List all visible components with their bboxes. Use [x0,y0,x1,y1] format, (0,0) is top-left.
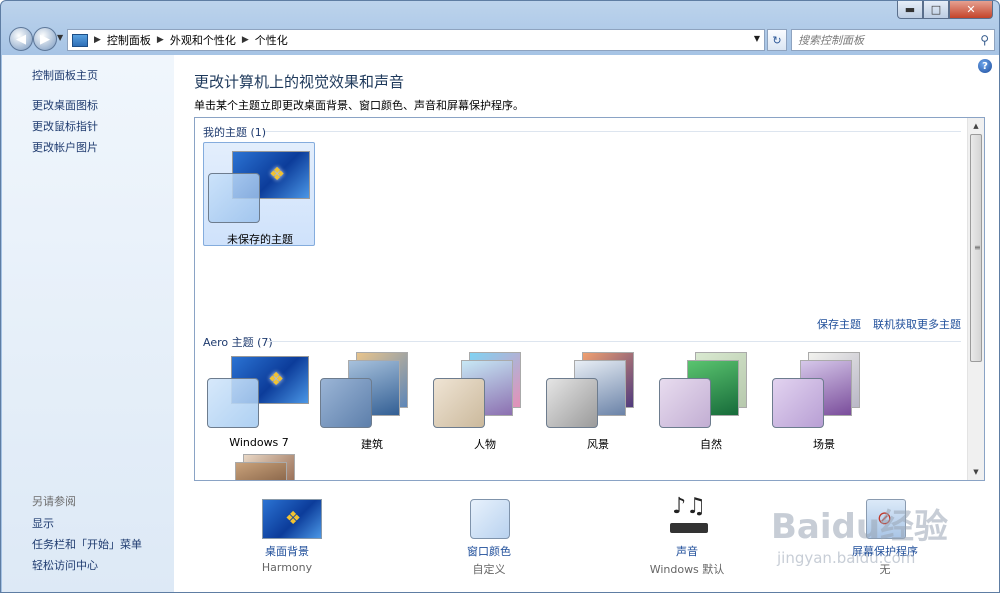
theme-name: Windows 7 [229,436,289,449]
forward-arrow-icon: ▶ [40,31,50,47]
theme-windows7[interactable]: ❖ Windows 7 [203,352,315,456]
scroll-thumb[interactable]: ≡ [970,134,982,362]
theme-list-scrollbar[interactable]: ▲ ≡ ▼ [967,118,984,480]
link-control-panel-home[interactable]: 控制面板主页 [32,67,98,83]
theme-nature[interactable]: 自然 [655,352,767,456]
theme-list[interactable]: 我的主题 (1) ❖ 未保存的主题 保存主题 联机获取更多主题 Aero 主题 … [194,117,985,481]
theme-name: 建筑 [361,438,383,451]
page-subtitle: 单击某个主题立即更改桌面背景、窗口颜色、声音和屏幕保护程序。 [194,99,524,112]
theme-landscapes[interactable]: 风景 [542,352,654,456]
forward-button[interactable]: ▶ [33,27,57,51]
desktop-background-icon: ❖ [262,499,322,539]
scroll-up-icon[interactable]: ▲ [968,118,984,134]
sounds-button[interactable]: ♪♫ 声音 Windows 默认 [622,496,752,587]
window-color-swatch [772,378,824,428]
windows-logo-icon: ❖ [268,369,285,390]
theme-name: 自然 [700,438,722,451]
theme-name: 人物 [474,438,496,451]
window-color-swatch [546,378,598,428]
link-change-account-picture[interactable]: 更改帐户图片 [32,139,98,155]
theme-name: 未保存的主题 [227,233,293,246]
link-display[interactable]: 显示 [32,515,54,531]
theme-partial[interactable] [203,454,315,481]
close-icon: ✕ [966,3,976,16]
window-frame: ▬ □ ✕ ◀ ▶ ▼ ▶ 控制面板 ▶ 外观和个性化 ▶ 个性化 ▼ ↻ 搜索… [0,0,1000,593]
search-placeholder: 搜索控制面板 [798,34,864,47]
breadcrumb-separator-icon[interactable]: ▶ [242,35,249,45]
desktop-background-label: 桌面背景 [265,545,309,558]
theme-scenes[interactable]: 场景 [768,352,880,456]
theme-characters[interactable]: 人物 [429,352,541,456]
desktop-background-value: Harmony [261,561,313,574]
theme-architecture[interactable]: 建筑 [316,352,428,456]
grip-icon: ≡ [974,243,981,252]
theme-name: 场景 [813,438,835,451]
navigation-bar: ◀ ▶ ▼ ▶ 控制面板 ▶ 外观和个性化 ▶ 个性化 ▼ ↻ 搜索控制面板 ⚲ [1,25,999,53]
window-color-swatch [320,378,372,428]
address-dropdown-icon[interactable]: ▼ [754,34,760,43]
window-color-swatch [659,378,711,428]
link-ease-of-access[interactable]: 轻松访问中心 [32,557,98,573]
windows-logo-icon: ❖ [285,508,302,529]
refresh-icon: ↻ [772,33,782,47]
window-color-swatch [207,378,259,428]
window-color-button[interactable]: 窗口颜色 自定义 [424,497,554,587]
window-color-value: 自定义 [472,563,506,576]
page-title: 更改计算机上的视觉效果和声音 [194,73,405,91]
theme-name: 风景 [587,438,609,451]
windows-logo-icon: ❖ [269,164,286,185]
link-taskbar-start-menu[interactable]: 任务栏和「开始」菜单 [32,536,142,552]
watermark-logo-text: Baidu经验 [771,507,949,547]
link-change-mouse-pointers[interactable]: 更改鼠标指针 [32,118,98,134]
help-icon[interactable]: ? [978,59,992,73]
theme-unsaved[interactable]: ❖ 未保存的主题 [203,142,315,246]
breadcrumb-separator-icon[interactable]: ▶ [157,35,164,45]
get-more-themes-link[interactable]: 联机获取更多主题 [873,316,961,332]
aero-themes-header: Aero 主题 (7) [203,336,273,349]
maximize-icon: □ [930,3,942,16]
watermark-url: jingyan.baidu.com [777,549,916,567]
maximize-button[interactable]: □ [923,1,949,19]
sounds-label: 声音 [676,545,698,558]
divider [267,341,961,342]
breadcrumb-control-panel[interactable]: 控制面板 [107,32,151,48]
breadcrumb-separator-icon[interactable]: ▶ [94,35,101,45]
refresh-button[interactable]: ↻ [767,29,787,51]
desktop-background-button[interactable]: ❖ 桌面背景 Harmony [222,497,352,587]
save-theme-link[interactable]: 保存主题 [817,316,861,332]
see-also-title: 另请参阅 [32,495,76,508]
control-panel-icon [72,33,88,47]
window-color-swatch [208,173,260,223]
breadcrumb-appearance[interactable]: 外观和个性化 [170,32,236,48]
back-arrow-icon: ◀ [16,31,26,47]
scroll-down-icon[interactable]: ▼ [968,464,984,480]
window-color-swatch [433,378,485,428]
theme-preview [235,462,287,480]
divider [265,131,961,132]
address-bar[interactable]: ▶ 控制面板 ▶ 外观和个性化 ▶ 个性化 ▼ [67,29,765,51]
window-color-swatch [207,480,259,481]
sounds-value: Windows 默认 [649,563,725,576]
sounds-icon: ♪♫ [667,496,711,539]
link-change-desktop-icons[interactable]: 更改桌面图标 [32,97,98,113]
my-themes-header: 我的主题 (1) [203,126,267,139]
title-bar[interactable]: ▬ □ ✕ [1,1,999,23]
search-icon[interactable]: ⚲ [980,33,989,47]
window-color-label: 窗口颜色 [467,545,511,558]
minimize-button[interactable]: ▬ [897,1,923,19]
window-color-icon [470,499,510,539]
caption-buttons: ▬ □ ✕ [897,1,993,19]
recent-pages-dropdown-icon[interactable]: ▼ [57,33,63,42]
close-button[interactable]: ✕ [949,1,993,19]
baidu-watermark: Baidu经验 jingyan.baidu.com [771,489,991,589]
breadcrumb-personalization[interactable]: 个性化 [255,32,288,48]
minimize-icon: ▬ [904,3,916,16]
left-pane: 控制面板主页 更改桌面图标 更改鼠标指针 更改帐户图片 另请参阅 显示 任务栏和… [2,55,174,592]
back-button[interactable]: ◀ [9,27,33,51]
search-input[interactable]: 搜索控制面板 ⚲ [791,29,995,51]
